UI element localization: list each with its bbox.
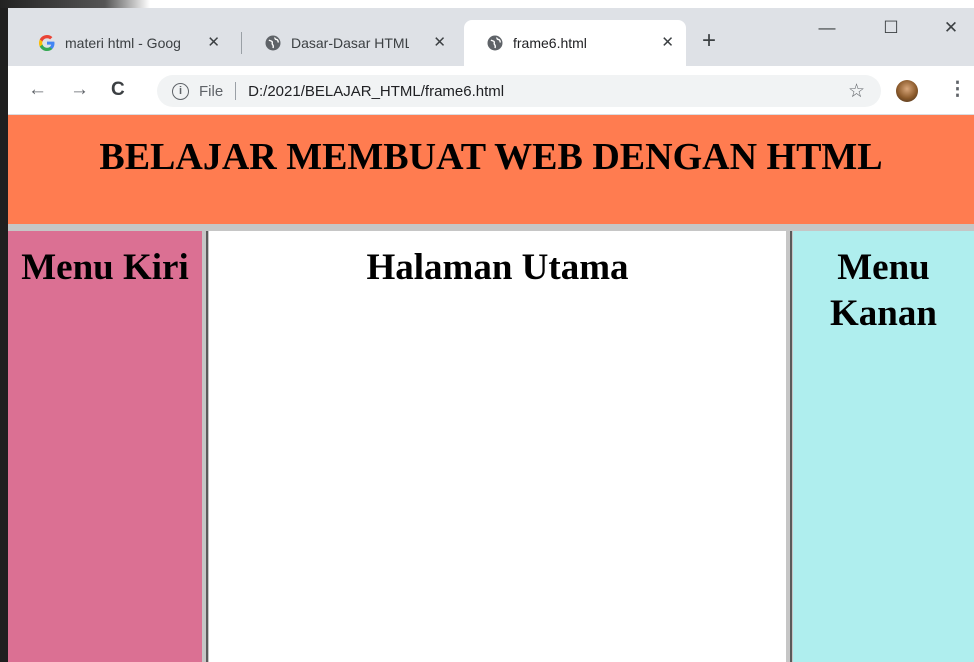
tab-frame6[interactable]: frame6.html ✕ — [464, 20, 686, 66]
browser-window: materi html - Goog ✕ Dasar-Dasar HTML ✕ … — [8, 8, 974, 662]
frame-border[interactable] — [206, 231, 208, 662]
tab-title: frame6.html — [513, 35, 587, 51]
header-frame: BELAJAR MEMBUAT WEB DENGAN HTML — [8, 115, 974, 224]
close-window-button[interactable]: ✕ — [928, 18, 974, 38]
reload-icon[interactable]: C — [111, 79, 125, 101]
main-frame: Halaman Utama — [209, 231, 786, 662]
desktop-background — [0, 0, 8, 662]
address-bar[interactable]: i File D:/2021/BELAJAR_HTML/frame6.html … — [157, 75, 881, 107]
maximize-button[interactable]: ☐ — [868, 18, 914, 38]
google-g-icon — [38, 35, 55, 52]
new-tab-button[interactable]: + — [702, 27, 716, 55]
main-frame-title: Halaman Utama — [366, 247, 629, 288]
right-menu-frame: Menu Kanan — [793, 231, 974, 662]
desktop-top — [0, 0, 974, 8]
close-tab-icon[interactable]: ✕ — [433, 33, 446, 51]
scheme-label: File — [199, 82, 224, 100]
menu-kebab-icon[interactable]: ⋮ — [948, 78, 967, 101]
tab-materi-html[interactable]: materi html - Goog ✕ — [16, 20, 232, 66]
tab-dasar-html[interactable]: Dasar-Dasar HTML ✕ — [242, 20, 458, 66]
tab-title: Dasar-Dasar HTML — [291, 35, 409, 51]
forward-arrow-icon[interactable]: → — [70, 79, 89, 101]
header-title: BELAJAR MEMBUAT WEB DENGAN HTML — [99, 136, 883, 178]
bookmark-star-icon[interactable]: ☆ — [848, 80, 865, 103]
minimize-button[interactable]: — — [804, 18, 850, 38]
close-tab-icon[interactable]: ✕ — [207, 33, 220, 51]
globe-icon — [264, 35, 281, 52]
right-frame-title: Menu Kanan — [830, 247, 937, 334]
address-divider — [235, 82, 237, 100]
info-icon[interactable]: i — [172, 82, 189, 100]
tab-title: materi html - Goog — [65, 35, 181, 51]
back-arrow-icon[interactable]: ← — [28, 79, 47, 101]
tab-strip: materi html - Goog ✕ Dasar-Dasar HTML ✕ … — [8, 8, 974, 66]
frame-border[interactable] — [790, 231, 792, 662]
close-tab-icon[interactable]: ✕ — [661, 33, 674, 51]
toolbar: ← → C i File D:/2021/BELAJAR_HTML/frame6… — [8, 66, 974, 115]
profile-avatar[interactable] — [896, 80, 918, 102]
left-menu-frame: Menu Kiri — [8, 231, 202, 662]
page-content: BELAJAR MEMBUAT WEB DENGAN HTML Menu Kir… — [8, 115, 974, 662]
url-text: D:/2021/BELAJAR_HTML/frame6.html — [248, 82, 505, 100]
left-frame-title: Menu Kiri — [21, 247, 189, 288]
globe-icon — [486, 35, 503, 52]
